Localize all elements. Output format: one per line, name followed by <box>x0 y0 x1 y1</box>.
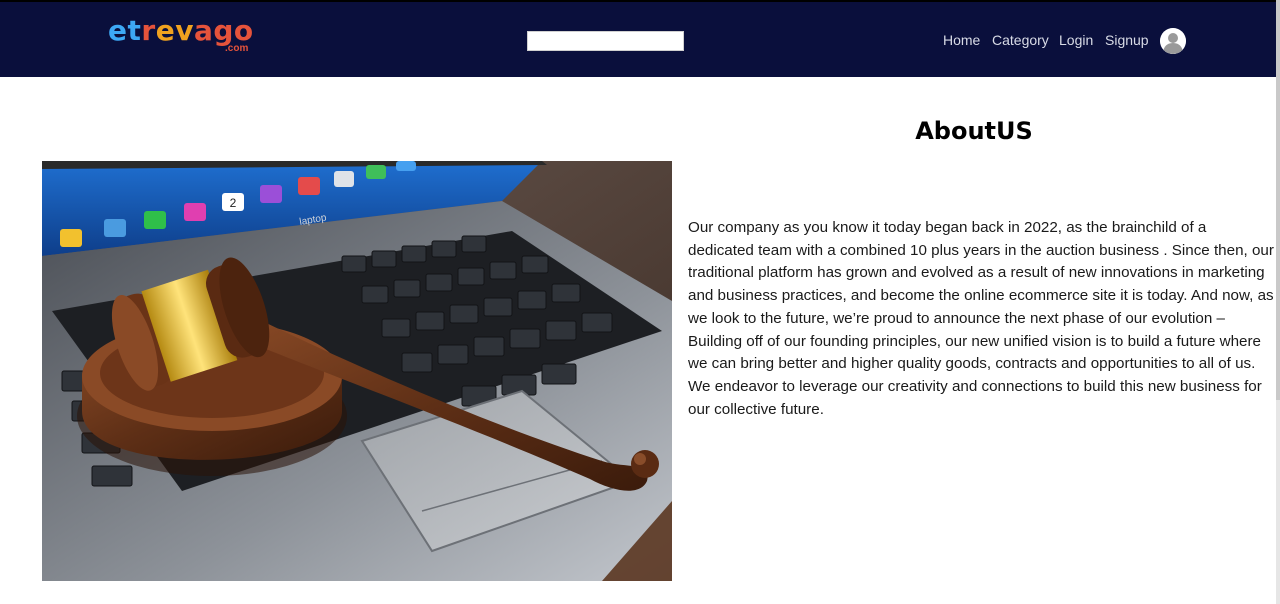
page-scrollbar[interactable] <box>1276 0 1280 604</box>
gavel-on-laptop-image: 2 laptop <box>42 161 672 581</box>
top-navbar: etrevago .com Home Category Login Signup <box>0 0 1276 77</box>
about-paragraph: Our company as you know it today began b… <box>688 219 1274 418</box>
logo-letter: e <box>155 14 176 47</box>
page-title: AboutUS <box>915 117 1033 145</box>
logo-letter: a <box>193 14 214 47</box>
nav-login-link[interactable]: Login <box>1059 29 1093 51</box>
search-input[interactable] <box>527 31 684 51</box>
key-label-2: 2 <box>230 196 237 210</box>
scrollbar-thumb[interactable] <box>1276 0 1280 400</box>
nav-home-link[interactable]: Home <box>943 29 980 51</box>
site-logo[interactable]: etrevago .com <box>108 14 258 58</box>
logo-letter: r <box>141 14 156 47</box>
logo-letter: e <box>108 14 128 47</box>
nav-category-link[interactable]: Category <box>992 29 1049 51</box>
user-avatar-icon[interactable] <box>1160 28 1186 54</box>
logo-suffix: .com <box>225 43 249 54</box>
logo-letter: t <box>127 14 142 47</box>
logo-letter: v <box>175 14 194 47</box>
nav-signup-link[interactable]: Signup <box>1105 29 1149 51</box>
